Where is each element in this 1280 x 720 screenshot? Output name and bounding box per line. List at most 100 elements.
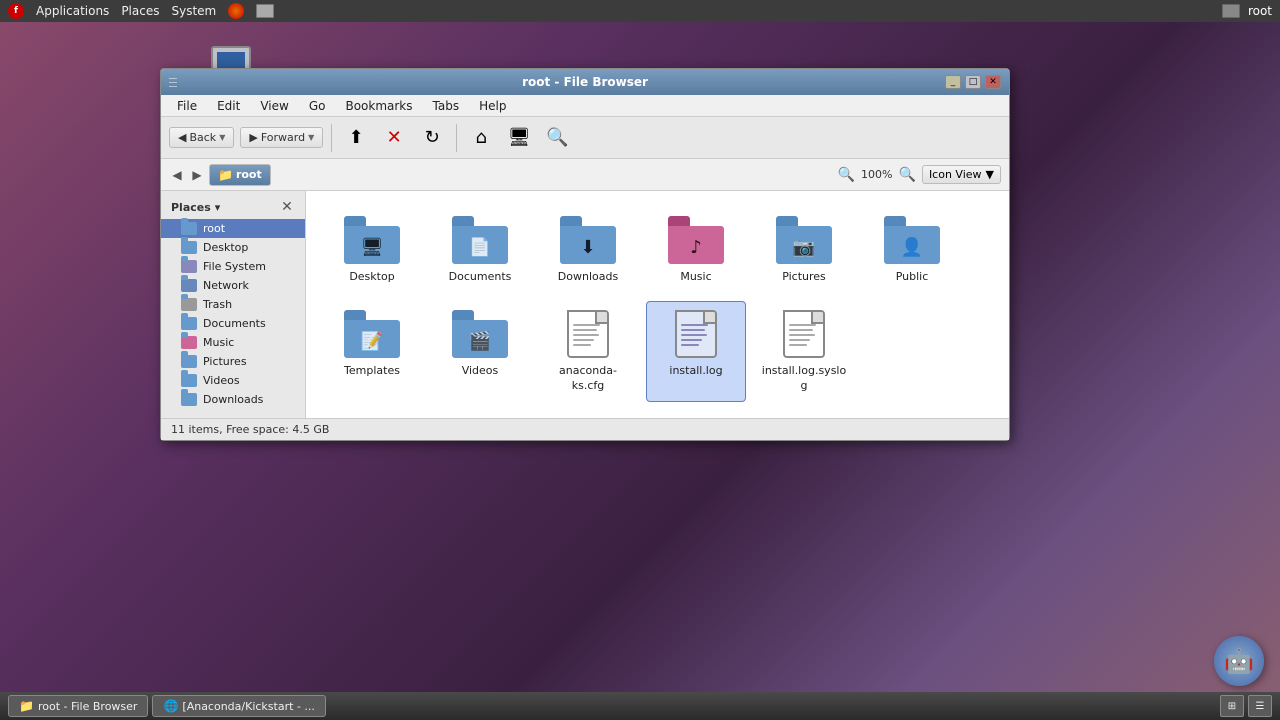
firefox-icon[interactable] — [228, 3, 244, 19]
forward-button[interactable]: ▶ Forward ▼ — [240, 127, 323, 148]
file-item-videos[interactable]: 🎬 Videos — [430, 301, 530, 402]
file-label-documents: Documents — [449, 270, 512, 284]
loc-forward-arrow[interactable]: ▶ — [189, 167, 205, 183]
forward-dropdown-arrow[interactable]: ▼ — [308, 133, 314, 142]
folder-body-templates: 📝 — [344, 320, 400, 358]
toolbar-separator-1 — [331, 124, 332, 152]
tfl-il-4 — [681, 339, 702, 341]
view-mode-label: Icon View — [929, 168, 982, 181]
view-mode-select[interactable]: Icon View ▼ — [922, 165, 1001, 184]
file-item-downloads[interactable]: ⬇ Downloads — [538, 207, 638, 293]
sidebar-label-pictures: Pictures — [203, 355, 247, 368]
file-item-music[interactable]: ♪ Music — [646, 207, 746, 293]
sidebar-item-trash[interactable]: Trash — [161, 295, 305, 314]
menu-help[interactable]: Help — [471, 97, 514, 115]
file-item-install-log[interactable]: install.log — [646, 301, 746, 402]
sidebar-item-filesystem[interactable]: File System — [161, 257, 305, 276]
sidebar-header[interactable]: Places ▾ ✕ — [161, 195, 305, 219]
sidebar-item-downloads[interactable]: Downloads — [161, 390, 305, 409]
reload-button[interactable]: ↻ — [416, 122, 448, 154]
file-label-templates: Templates — [344, 364, 400, 378]
taskbar-filebrowser-icon: 📁 — [19, 699, 34, 713]
computer-button[interactable]: 🖥 — [503, 122, 535, 154]
file-item-pictures[interactable]: 📷 Pictures — [754, 207, 854, 293]
back-button[interactable]: ◀ Back ▼ — [169, 127, 234, 148]
sidebar-label-documents: Documents — [203, 317, 266, 330]
menu-tabs[interactable]: Tabs — [425, 97, 468, 115]
tfl-il-1 — [681, 324, 708, 326]
taskbar-grid-view-btn[interactable]: ⊞ — [1220, 695, 1244, 717]
file-item-documents[interactable]: 📄 Documents — [430, 207, 530, 293]
menu-go[interactable]: Go — [301, 97, 334, 115]
window-maximize-button[interactable]: □ — [965, 75, 981, 89]
folder-icon-desktop: 🖥 — [344, 216, 400, 264]
window-minimize-button[interactable]: _ — [945, 75, 961, 89]
file-item-install-log-syslog[interactable]: install.log.syslog — [754, 301, 854, 402]
file-grid: 🖥 Desktop 📄 Documents — [306, 191, 1009, 418]
zoom-in-icon[interactable]: 🔍 — [899, 167, 916, 183]
folder-emblem-documents: 📄 — [469, 237, 491, 258]
sidebar-item-documents[interactable]: Documents — [161, 314, 305, 333]
menu-view[interactable]: View — [252, 97, 296, 115]
file-item-templates[interactable]: 📝 Templates — [322, 301, 422, 402]
sidebar-folder-icon-network — [181, 279, 197, 292]
text-file-install-log-shape — [675, 310, 717, 358]
network-icon-top[interactable] — [256, 4, 274, 18]
tfl-2 — [573, 329, 597, 331]
menu-edit[interactable]: Edit — [209, 97, 248, 115]
sidebar-folder-icon-documents — [181, 317, 197, 330]
corner-robot-icon: 🤖 — [1214, 636, 1264, 686]
file-item-desktop[interactable]: 🖥 Desktop — [322, 207, 422, 293]
top-menu-system[interactable]: System — [171, 4, 216, 18]
top-menu-places[interactable]: Places — [121, 4, 159, 18]
sidebar-item-network[interactable]: Network — [161, 276, 305, 295]
tfl-sl-4 — [789, 339, 810, 341]
window-close-button[interactable]: ✕ — [985, 75, 1001, 89]
menu-bar: File Edit View Go Bookmarks Tabs Help — [161, 95, 1009, 117]
tfl-sl-2 — [789, 329, 813, 331]
taskbar-item-filebrowser[interactable]: 📁 root - File Browser — [8, 695, 148, 717]
forward-arrow-icon: ▶ — [249, 131, 257, 144]
folder-emblem-pictures: 📷 — [793, 237, 815, 258]
sidebar-item-videos[interactable]: Videos — [161, 371, 305, 390]
main-area: Places ▾ ✕ root Desktop File System Netw… — [161, 191, 1009, 418]
folder-icon-documents: 📄 — [452, 216, 508, 264]
tfl-il-3 — [681, 334, 707, 336]
home-button[interactable]: ⌂ — [465, 122, 497, 154]
sidebar-folder-icon-videos — [181, 374, 197, 387]
menu-file[interactable]: File — [169, 97, 205, 115]
sidebar-label-filesystem: File System — [203, 260, 266, 273]
root-location-button[interactable]: 📁 root — [209, 164, 271, 186]
folder-body-desktop: 🖥 — [344, 226, 400, 264]
sidebar-item-desktop[interactable]: Desktop — [161, 238, 305, 257]
taskbar: 📁 root - File Browser 🌐 [Anaconda/Kickst… — [0, 692, 1280, 720]
file-label-downloads: Downloads — [558, 270, 618, 284]
file-label-music: Music — [680, 270, 711, 284]
file-item-public[interactable]: 👤 Public — [862, 207, 962, 293]
loc-back-arrow[interactable]: ◀ — [169, 167, 185, 183]
taskbar-item-anaconda[interactable]: 🌐 [Anaconda/Kickstart - ... — [152, 695, 325, 717]
zoom-out-icon[interactable]: 🔍 — [838, 167, 855, 183]
file-label-public: Public — [896, 270, 929, 284]
menu-bookmarks[interactable]: Bookmarks — [337, 97, 420, 115]
tfl-sl-3 — [789, 334, 815, 336]
sidebar-item-pictures[interactable]: Pictures — [161, 352, 305, 371]
folder-icon-videos: 🎬 — [452, 310, 508, 358]
search-button[interactable]: 🔍 — [541, 122, 573, 154]
stop-button[interactable]: ✕ — [378, 122, 410, 154]
back-dropdown-arrow[interactable]: ▼ — [219, 133, 225, 142]
sidebar-folder-icon-filesystem — [181, 260, 197, 273]
taskbar-list-view-btn[interactable]: ☰ — [1248, 695, 1272, 717]
taskbar-filebrowser-label: root - File Browser — [38, 700, 138, 713]
status-bar: 11 items, Free space: 4.5 GB — [161, 418, 1009, 440]
location-bar: ◀ ▶ 📁 root 🔍 100% 🔍 Icon View ▼ — [161, 159, 1009, 191]
up-button[interactable]: ⬆ — [340, 122, 372, 154]
sidebar-close-button[interactable]: ✕ — [279, 199, 295, 215]
forward-label: Forward — [261, 131, 305, 144]
folder-body-music: ♪ — [668, 226, 724, 264]
sidebar-item-root[interactable]: root — [161, 219, 305, 238]
sidebar-item-music[interactable]: Music — [161, 333, 305, 352]
file-item-anaconda-cfg[interactable]: anaconda-ks.cfg — [538, 301, 638, 402]
folder-body-documents: 📄 — [452, 226, 508, 264]
top-menu-applications[interactable]: Applications — [36, 4, 109, 18]
